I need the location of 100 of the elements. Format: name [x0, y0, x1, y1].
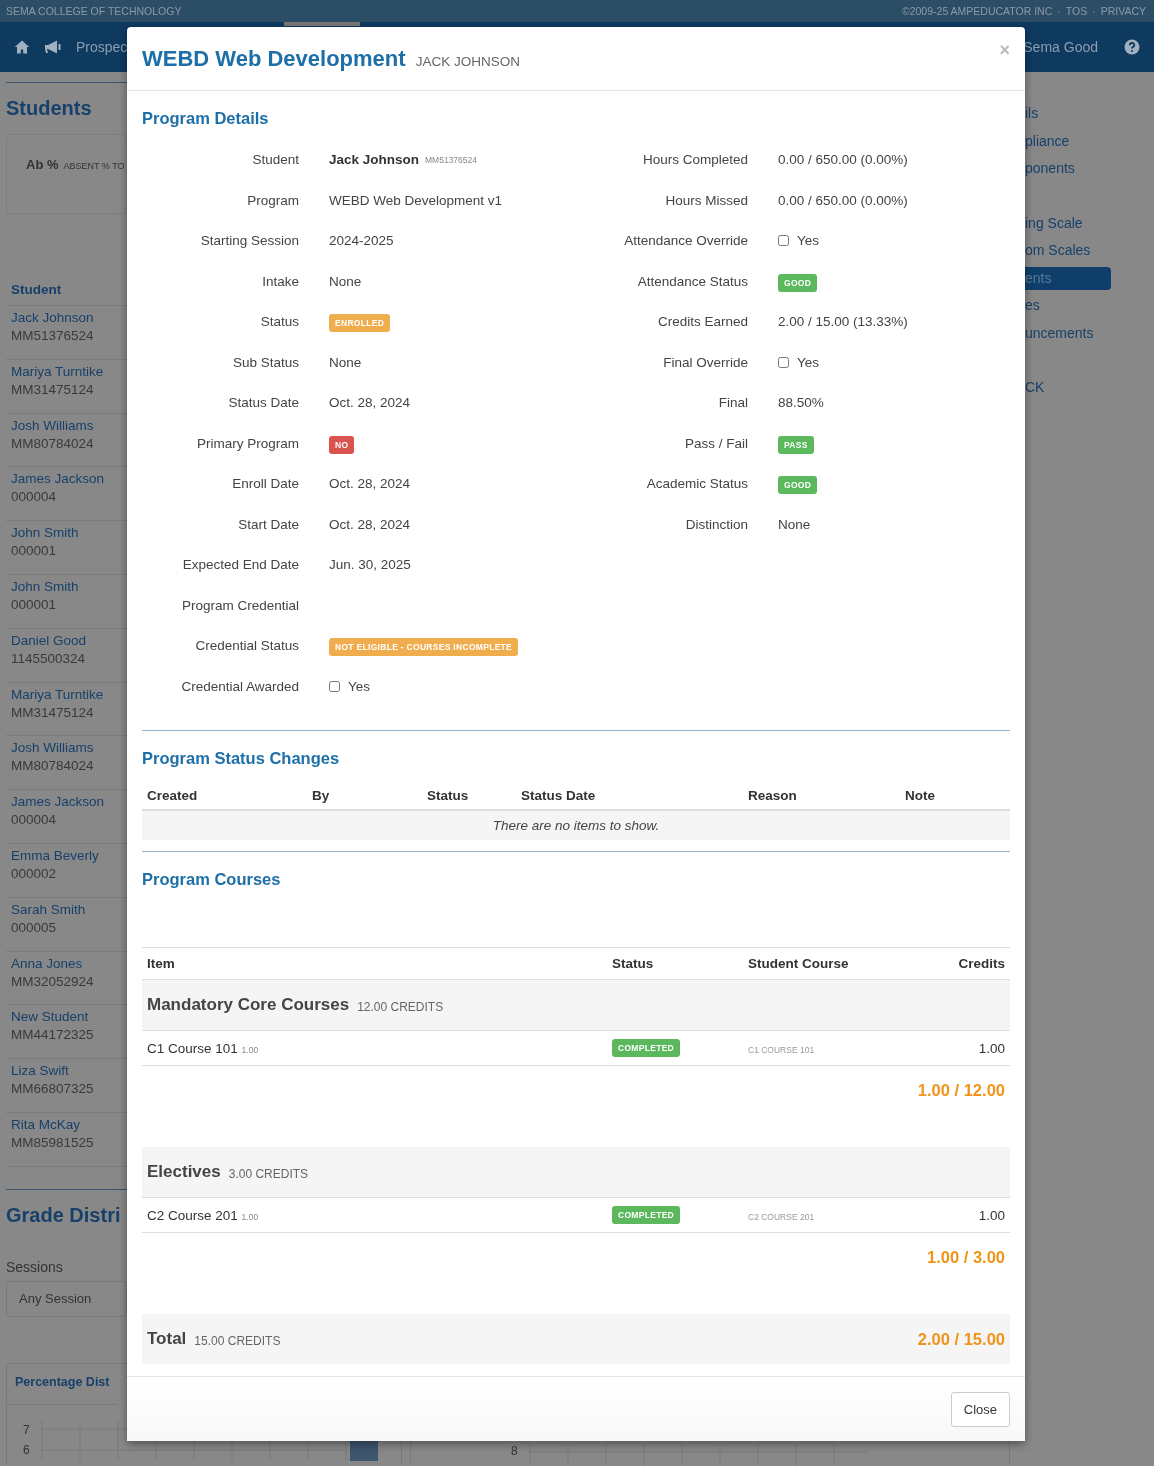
help-icon[interactable]	[1124, 39, 1140, 55]
status-badge: COMPLETED	[612, 1206, 681, 1224]
modal-subtitle: JACK JOHNSON	[415, 52, 520, 69]
field-value: Oct. 28, 2024	[329, 476, 411, 491]
separator-dot: ·	[1057, 5, 1061, 17]
footer-link[interactable]: ©2009-25 AMPEDUCATOR INC	[901, 5, 1053, 17]
field-value: Oct. 28, 2024	[329, 395, 411, 410]
status-badge: GOOD	[778, 476, 818, 494]
student-link[interactable]: Rita McKay	[11, 1116, 122, 1132]
column-header: Credits	[903, 947, 1010, 980]
total-credits: 15.00 CREDITS	[194, 1332, 281, 1348]
student-link[interactable]: Josh Williams	[11, 740, 122, 756]
field-value: None	[329, 273, 362, 289]
student-link[interactable]: New Student	[11, 1009, 122, 1025]
status-badge: COMPLETED	[612, 1039, 681, 1057]
subtotal-value: 1.00 / 12.00	[917, 1081, 1005, 1099]
field-label: Student	[251, 152, 299, 167]
field-label: Distinction	[684, 516, 748, 532]
checkbox[interactable]	[778, 235, 789, 246]
field-label: Start Date	[237, 516, 299, 532]
column-header: Student Course	[743, 947, 903, 980]
side-nav-item[interactable]: ils	[1025, 102, 1039, 125]
student-link[interactable]: Mariya Turntike	[11, 363, 122, 379]
student-link[interactable]: Josh Williams	[11, 417, 122, 433]
student-link[interactable]: Mariya Turntike	[11, 686, 122, 702]
student-id: MM32052924	[11, 973, 95, 989]
group-credits: 3.00 CREDITS	[228, 1165, 309, 1181]
section-heading: Grade Distri	[6, 1203, 121, 1227]
side-nav-item[interactable]: ents	[1025, 266, 1111, 290]
student-id: 1145500324	[11, 650, 87, 666]
total-label: Total	[147, 1329, 187, 1349]
field-value: 0.00 / 650.00 (0.00%)	[778, 192, 908, 208]
nav-item[interactable]: Prospec	[76, 39, 128, 55]
student-link[interactable]: James Jackson	[11, 471, 122, 487]
student-id: MM51376524	[425, 154, 477, 165]
student-link[interactable]: John Smith	[11, 525, 122, 541]
student-id: MM80784024	[11, 758, 95, 774]
status-badge: GOOD	[778, 273, 818, 292]
checkbox[interactable]	[329, 680, 340, 692]
session-select[interactable]: Any Session	[6, 1280, 127, 1317]
student-id: MM85981525	[11, 1134, 95, 1150]
field-value: 88.50%	[778, 395, 824, 410]
section-heading: Program Status Changes	[142, 749, 341, 768]
section-heading: Program Courses	[142, 870, 282, 889]
student-link[interactable]: Daniel Good	[11, 632, 122, 648]
status-badge: ENROLLED	[329, 314, 391, 332]
footer-link[interactable]: TOS	[1065, 5, 1088, 17]
field-value: Jun. 30, 2025	[329, 557, 411, 572]
footer-link[interactable]: PRIVACY	[1100, 5, 1146, 17]
school-name: SEMA COLLEGE OF TECHNOLOGY	[6, 5, 182, 17]
megaphone-icon[interactable]	[44, 39, 62, 55]
student-link[interactable]: Sarah Smith	[11, 901, 122, 917]
student-link[interactable]: Anna Jones	[11, 955, 122, 971]
course-credit: 1.00	[241, 1211, 259, 1222]
field-label: Enroll Date	[231, 476, 299, 491]
course-name: C1 Course 101	[147, 1040, 238, 1056]
side-nav-item[interactable]: pliance	[1025, 129, 1070, 153]
user-name[interactable]: Sema Good	[1023, 39, 1098, 55]
side-nav-item[interactable]: ponents	[1025, 157, 1075, 180]
group-title: Mandatory Core Courses	[147, 995, 350, 1015]
field-label: Attendance Status	[636, 273, 748, 289]
page-heading: Students	[6, 97, 92, 120]
field-label: Credential Awarded	[180, 678, 299, 694]
axis-tick-label: 8	[511, 1443, 518, 1458]
section-heading: Program Details	[142, 109, 270, 128]
field-label: Starting Session	[199, 233, 299, 248]
field-label: Primary Program	[196, 435, 299, 451]
field-label: Status	[259, 314, 299, 329]
stat-caption: ABSENT % TO	[63, 161, 125, 171]
field-label: Final	[717, 395, 748, 410]
stat-label: Ab %	[26, 157, 59, 172]
status-badge: NO	[329, 435, 355, 454]
field-label: Program Credential	[180, 597, 299, 613]
home-icon[interactable]	[14, 39, 30, 55]
student-link[interactable]: Jack Johnson	[11, 310, 122, 325]
student-link[interactable]: Liza Swift	[11, 1063, 122, 1079]
student-id: MM80784024	[11, 435, 95, 451]
student-link[interactable]: James Jackson	[11, 794, 122, 810]
student-link[interactable]: John Smith	[11, 579, 122, 594]
student-course: C2 COURSE 201	[748, 1211, 815, 1222]
side-nav-item[interactable]: CK	[1025, 376, 1045, 399]
checkbox[interactable]	[778, 356, 789, 368]
side-nav-item[interactable]: ing Scale	[1025, 211, 1083, 235]
separator-dot: ·	[1092, 5, 1096, 17]
side-nav-item[interactable]: uncements	[1025, 321, 1094, 345]
total-value: 2.00 / 15.00	[917, 1329, 1005, 1349]
field-label: Credential Status	[194, 638, 299, 653]
course-credit: 1.00	[241, 1044, 259, 1055]
field-label: Expected End Date	[181, 557, 299, 572]
side-nav-item[interactable]: om Scales	[1025, 239, 1091, 262]
student-link[interactable]: Emma Beverly	[11, 847, 122, 863]
group-title: Electives	[147, 1162, 221, 1182]
student-id: 000001	[11, 543, 58, 559]
student-id: 000005	[11, 919, 58, 935]
field-label: Hours Completed	[641, 152, 748, 167]
column-header: Status	[607, 947, 743, 980]
close-button[interactable]: Close	[950, 1391, 1010, 1427]
subtotal-value: 1.00 / 3.00	[927, 1248, 1005, 1266]
side-nav-item[interactable]: es	[1025, 294, 1040, 317]
course-name: C2 Course 201	[147, 1207, 238, 1223]
